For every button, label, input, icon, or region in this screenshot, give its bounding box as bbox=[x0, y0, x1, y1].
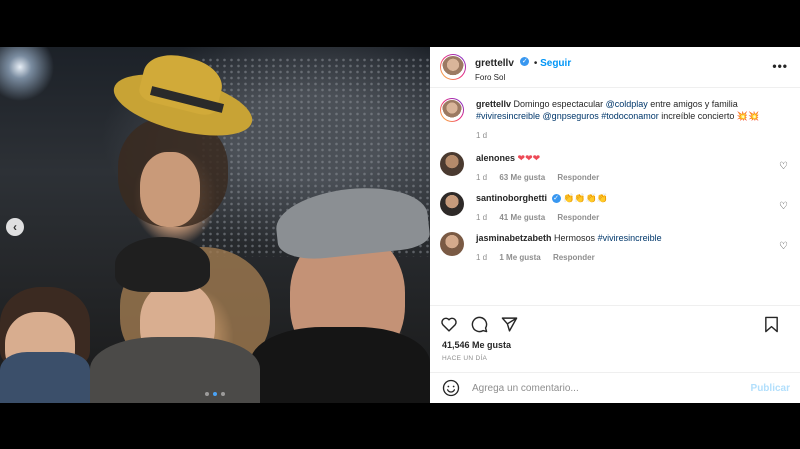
reply-button[interactable]: Responder bbox=[557, 173, 599, 182]
reply-button[interactable]: Responder bbox=[553, 253, 595, 262]
comment-text: Hermosos bbox=[554, 233, 598, 243]
comments-list: grettellv Domingo espectacular @coldplay… bbox=[430, 88, 800, 305]
hashtag-link[interactable]: #viviresincreible bbox=[598, 233, 662, 243]
comment-username[interactable]: jasminabetzabeth bbox=[476, 233, 552, 243]
bookmark-icon bbox=[764, 316, 778, 332]
comment-likes[interactable]: 63 Me gusta bbox=[499, 173, 545, 182]
share-button[interactable] bbox=[500, 315, 518, 333]
comment-item: jasminabetzabeth Hermosos #viviresincrei… bbox=[440, 232, 788, 264]
comment-item: santinoborghetti ✓ 👏👏👏👏 1 d 41 Me gusta … bbox=[440, 192, 788, 224]
save-button[interactable] bbox=[762, 315, 780, 333]
caption: grettellv Domingo espectacular @coldplay… bbox=[440, 98, 788, 142]
caption-username[interactable]: grettellv bbox=[476, 99, 511, 109]
action-bar bbox=[430, 305, 800, 342]
avatar[interactable] bbox=[440, 232, 464, 256]
heart-icon[interactable]: ♡ bbox=[779, 161, 788, 172]
carousel-dots bbox=[205, 392, 225, 396]
instagram-post: ‹ grettellv ✓ • Seguir Foro Sol ••• gret… bbox=[0, 47, 800, 403]
comment-button[interactable] bbox=[470, 315, 488, 333]
avatar[interactable] bbox=[440, 152, 464, 176]
chevron-left-icon: ‹ bbox=[13, 220, 17, 234]
comment-icon bbox=[471, 316, 487, 332]
post-sidebar: grettellv ✓ • Seguir Foro Sol ••• grette… bbox=[430, 47, 800, 403]
author-username[interactable]: grettellv bbox=[475, 58, 514, 69]
comment-text: ❤❤❤ bbox=[517, 153, 541, 163]
add-comment-bar: Publicar bbox=[430, 372, 800, 403]
mention-link[interactable]: @gnpseguros bbox=[543, 111, 599, 121]
post-photo[interactable]: ‹ bbox=[0, 47, 430, 403]
comment-username[interactable]: alenones bbox=[476, 153, 515, 163]
publish-button[interactable]: Publicar bbox=[751, 383, 790, 394]
caption-text: Domingo espectacular bbox=[513, 99, 606, 109]
post-header: grettellv ✓ • Seguir Foro Sol ••• bbox=[430, 47, 800, 88]
comment-text: 👏👏👏👏 bbox=[563, 193, 608, 203]
follow-button[interactable]: Seguir bbox=[540, 58, 571, 69]
comment-item: alenones ❤❤❤ 1 d 63 Me gusta Responder ♡ bbox=[440, 152, 788, 184]
avatar[interactable] bbox=[440, 98, 464, 122]
comment-likes[interactable]: 41 Me gusta bbox=[499, 213, 545, 222]
caption-time[interactable]: 1 d bbox=[476, 131, 487, 140]
hashtag-link[interactable]: #viviresincreible bbox=[476, 111, 540, 121]
location-link[interactable]: Foro Sol bbox=[475, 73, 571, 82]
heart-icon bbox=[441, 317, 457, 332]
heart-icon[interactable]: ♡ bbox=[779, 201, 788, 212]
comment-likes[interactable]: 1 Me gusta bbox=[499, 253, 540, 262]
share-icon bbox=[501, 316, 517, 332]
carousel-prev-button[interactable]: ‹ bbox=[6, 218, 24, 236]
verified-icon: ✓ bbox=[520, 56, 530, 66]
more-icon[interactable]: ••• bbox=[772, 59, 788, 73]
carousel-dot-active bbox=[213, 392, 217, 396]
comment-username[interactable]: santinoborghetti bbox=[476, 193, 547, 203]
avatar[interactable] bbox=[440, 54, 466, 80]
post-time[interactable]: HACE UN DÍA bbox=[430, 355, 800, 362]
black-beanie bbox=[115, 237, 210, 292]
avatar[interactable] bbox=[440, 192, 464, 216]
comment-input[interactable] bbox=[470, 381, 734, 395]
heart-icon[interactable]: ♡ bbox=[779, 241, 788, 252]
mention-link[interactable]: @coldplay bbox=[606, 99, 648, 109]
carousel-dot bbox=[221, 392, 225, 396]
emoji-icon[interactable] bbox=[442, 379, 460, 397]
like-button[interactable] bbox=[440, 315, 458, 333]
reply-button[interactable]: Responder bbox=[557, 213, 599, 222]
hashtag-link[interactable]: #todoconamor bbox=[601, 111, 659, 121]
carousel-dot bbox=[205, 392, 209, 396]
stage-light bbox=[0, 47, 60, 107]
verified-icon: ✓ bbox=[551, 194, 561, 204]
